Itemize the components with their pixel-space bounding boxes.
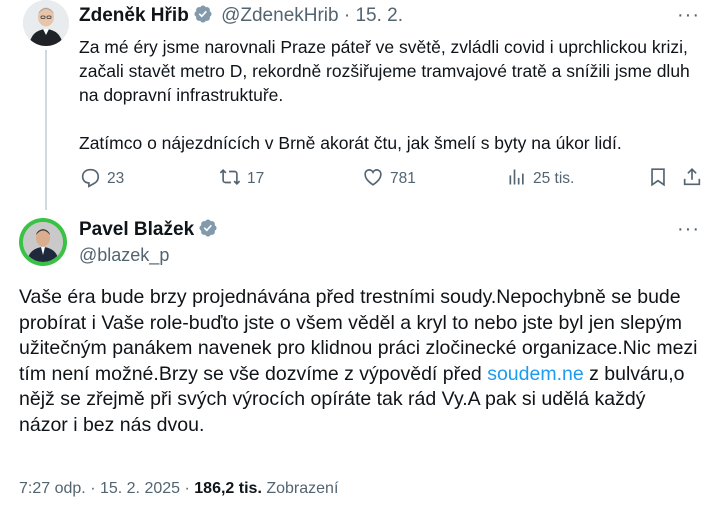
views-icon <box>507 167 527 192</box>
author-handle[interactable]: @ZdenekHrib <box>221 5 339 26</box>
avatar-pavel-blazek[interactable] <box>19 218 67 266</box>
author-name[interactable]: Zdeněk Hřib <box>79 5 189 26</box>
tweet1-paragraph-1: Za mé éry jsme narovnali Praze páteř ve … <box>79 37 690 105</box>
separator-dot: · <box>90 480 96 497</box>
author-handle[interactable]: @blazek_p <box>79 245 169 266</box>
avatar-zdenek-hrib[interactable] <box>23 0 69 46</box>
thread-line <box>45 50 47 210</box>
tweet1-header: Zdeněk Hřib @ZdenekHrib · 15. 2. <box>79 4 403 30</box>
reply-count: 23 <box>107 170 125 187</box>
verified-badge-icon <box>193 4 213 30</box>
tweet2-meta: 7:27 odp. · 15. 2. 2025 · 186,2 tis. Zob… <box>19 480 338 498</box>
repost-count: 17 <box>247 170 265 187</box>
bookmark-button[interactable] <box>647 165 669 193</box>
repost-icon <box>219 166 241 193</box>
like-icon <box>362 166 384 193</box>
bookmark-icon <box>647 166 669 193</box>
separator-dot: · <box>343 5 351 26</box>
verified-badge-icon <box>198 218 218 244</box>
views-count: 25 tis. <box>533 170 575 187</box>
reply-button[interactable]: 23 <box>79 165 124 193</box>
tweet2-text: Vaše éra bude brzy projednávána před tre… <box>19 285 699 438</box>
view-label: Zobrazení <box>266 480 339 497</box>
tweet1-text: Za mé éry jsme narovnali Praze páteř ve … <box>79 35 694 155</box>
post-time[interactable]: 7:27 odp. <box>19 480 86 497</box>
like-button[interactable]: 781 <box>362 165 416 193</box>
views-button[interactable]: 25 tis. <box>507 165 574 193</box>
share-icon <box>681 166 703 193</box>
view-count: 186,2 tis. <box>194 480 262 497</box>
more-icon[interactable]: ··· <box>677 4 700 27</box>
tweet2-link[interactable]: soudem.ne <box>487 363 583 385</box>
tweet1-actions: 23 17 781 25 tis. <box>79 165 709 193</box>
separator-dot: · <box>184 480 190 497</box>
reply-icon <box>79 166 101 193</box>
tweet2-header: Pavel Blažek <box>79 218 221 244</box>
author-name[interactable]: Pavel Blažek <box>79 219 194 240</box>
repost-button[interactable]: 17 <box>219 165 264 193</box>
post-date[interactable]: 15. 2. 2025 <box>100 480 180 497</box>
like-count: 781 <box>390 170 416 187</box>
tweet1-paragraph-2: Zatímco o nájezdnících v Brně akorát čtu… <box>79 133 622 153</box>
more-icon[interactable]: ··· <box>677 218 700 241</box>
post-date[interactable]: 15. 2. <box>355 5 403 26</box>
share-button[interactable] <box>681 165 703 193</box>
